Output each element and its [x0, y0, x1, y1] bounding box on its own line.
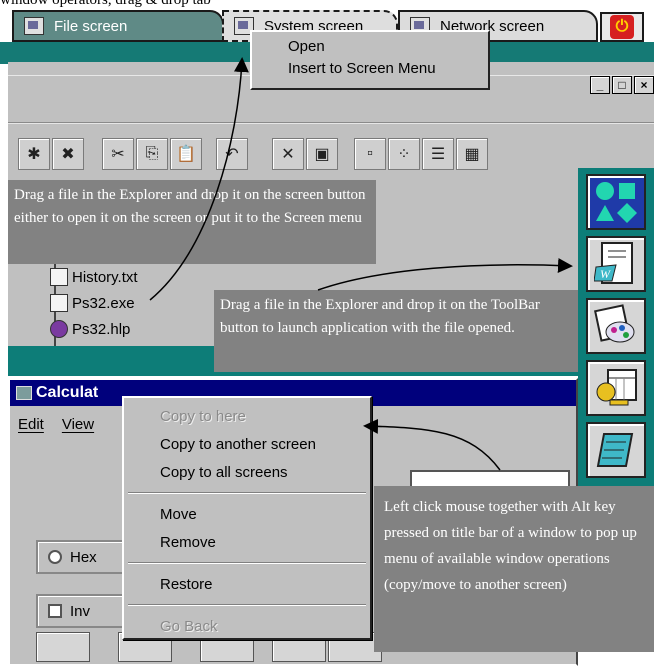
file-screen-icon — [24, 17, 44, 35]
menu-remove[interactable]: Remove — [124, 528, 370, 556]
menu-insert-to-screen-menu[interactable]: Insert to Screen Menu — [288, 58, 488, 80]
maximize-button[interactable]: □ — [612, 76, 632, 94]
details-view-icon[interactable]: ▦ — [456, 138, 488, 170]
schedule-app-button[interactable] — [586, 360, 646, 416]
calculator-title: Calculat — [36, 384, 99, 401]
menu-view[interactable]: View — [62, 416, 94, 433]
menu-edit[interactable]: Edit — [18, 416, 44, 433]
window-operations-menu: Copy to here Copy to another screen Copy… — [122, 396, 372, 640]
hex-label: Hex — [70, 548, 97, 566]
cut-icon[interactable]: ✂ — [102, 138, 134, 170]
properties-icon[interactable]: ▣ — [306, 138, 338, 170]
shapes-icon — [596, 182, 637, 223]
notepad-app-button[interactable] — [586, 422, 646, 478]
inv-checkbox-group[interactable]: Inv — [36, 594, 136, 628]
delete-icon[interactable]: ✕ — [272, 138, 304, 170]
inv-label: Inv — [70, 602, 91, 620]
screen-tab-menu: Open Insert to Screen Menu — [250, 30, 490, 90]
top-caption: window operators, drag & drop tab — [0, 0, 211, 8]
tab-file-screen[interactable]: File screen — [12, 10, 224, 42]
undo-icon[interactable]: ↶ — [216, 138, 248, 170]
power-icon: ⏻ — [610, 15, 634, 39]
document-icon: W — [594, 242, 633, 284]
small-icons-icon[interactable]: ⁘ — [388, 138, 420, 170]
list-view-icon[interactable]: ☰ — [422, 138, 454, 170]
paint-icon — [594, 304, 635, 343]
menu-copy-to-here[interactable]: Copy to here — [124, 402, 370, 430]
menu-go-back[interactable]: Go Back — [124, 612, 370, 640]
menu-separator — [128, 562, 366, 564]
list-item[interactable]: History.txt — [50, 266, 138, 288]
menu-move[interactable]: Move — [124, 500, 370, 528]
file-name: Ps32.hlp — [72, 320, 131, 338]
notepad-icon — [596, 433, 634, 467]
copy-icon[interactable]: ⎘ — [136, 138, 168, 170]
minimize-button[interactable]: _ — [590, 76, 610, 94]
close-button[interactable]: × — [634, 76, 654, 94]
key-calendar-icon — [596, 369, 637, 406]
shapes-app-button[interactable] — [586, 174, 646, 230]
paint-app-button[interactable] — [586, 298, 646, 354]
app-toolbar: W — [578, 168, 654, 486]
menu-restore[interactable]: Restore — [124, 570, 370, 598]
disconnect-drive-icon[interactable]: ✖ — [52, 138, 84, 170]
note-toolbar-drag: Drag a file in the Explorer and drop it … — [214, 290, 578, 372]
list-item[interactable]: Ps32.exe — [50, 292, 135, 314]
menu-open[interactable]: Open — [288, 36, 488, 58]
help-file-icon — [50, 320, 68, 338]
svg-text:W: W — [600, 267, 611, 281]
menu-separator — [128, 604, 366, 606]
menu-copy-to-all-screens[interactable]: Copy to all screens — [124, 458, 370, 486]
inv-checkbox[interactable] — [48, 604, 62, 618]
word-app-button[interactable]: W — [586, 236, 646, 292]
calculator-menu-bar: Edit View — [18, 416, 94, 433]
hex-radio[interactable] — [48, 550, 62, 564]
map-drive-icon[interactable]: ✱ — [18, 138, 50, 170]
explorer-separator — [8, 122, 654, 124]
note-alt-click: Left click mouse together with Alt key p… — [374, 486, 654, 652]
calculator-key[interactable] — [36, 632, 90, 662]
exe-file-icon — [50, 294, 68, 312]
paste-icon[interactable]: 📋 — [170, 138, 202, 170]
explorer-file-list: History.txt Ps32.exe Ps32.hlp — [50, 262, 220, 346]
file-name: History.txt — [72, 268, 138, 286]
note-explorer-drag: Drag a file in the Explorer and drop it … — [8, 180, 376, 264]
list-item[interactable]: Ps32.hlp — [50, 318, 130, 340]
large-icons-icon[interactable]: ▫ — [354, 138, 386, 170]
tab-file-screen-label: File screen — [54, 17, 128, 35]
calculator-icon — [16, 386, 32, 400]
menu-separator — [128, 492, 366, 494]
menu-copy-to-another-screen[interactable]: Copy to another screen — [124, 430, 370, 458]
power-button[interactable]: ⏻ — [600, 12, 644, 42]
file-name: Ps32.exe — [72, 294, 135, 312]
hex-radio-group[interactable]: Hex — [36, 540, 136, 574]
explorer-window-buttons: _ □ × — [590, 76, 654, 94]
text-file-icon — [50, 268, 68, 286]
